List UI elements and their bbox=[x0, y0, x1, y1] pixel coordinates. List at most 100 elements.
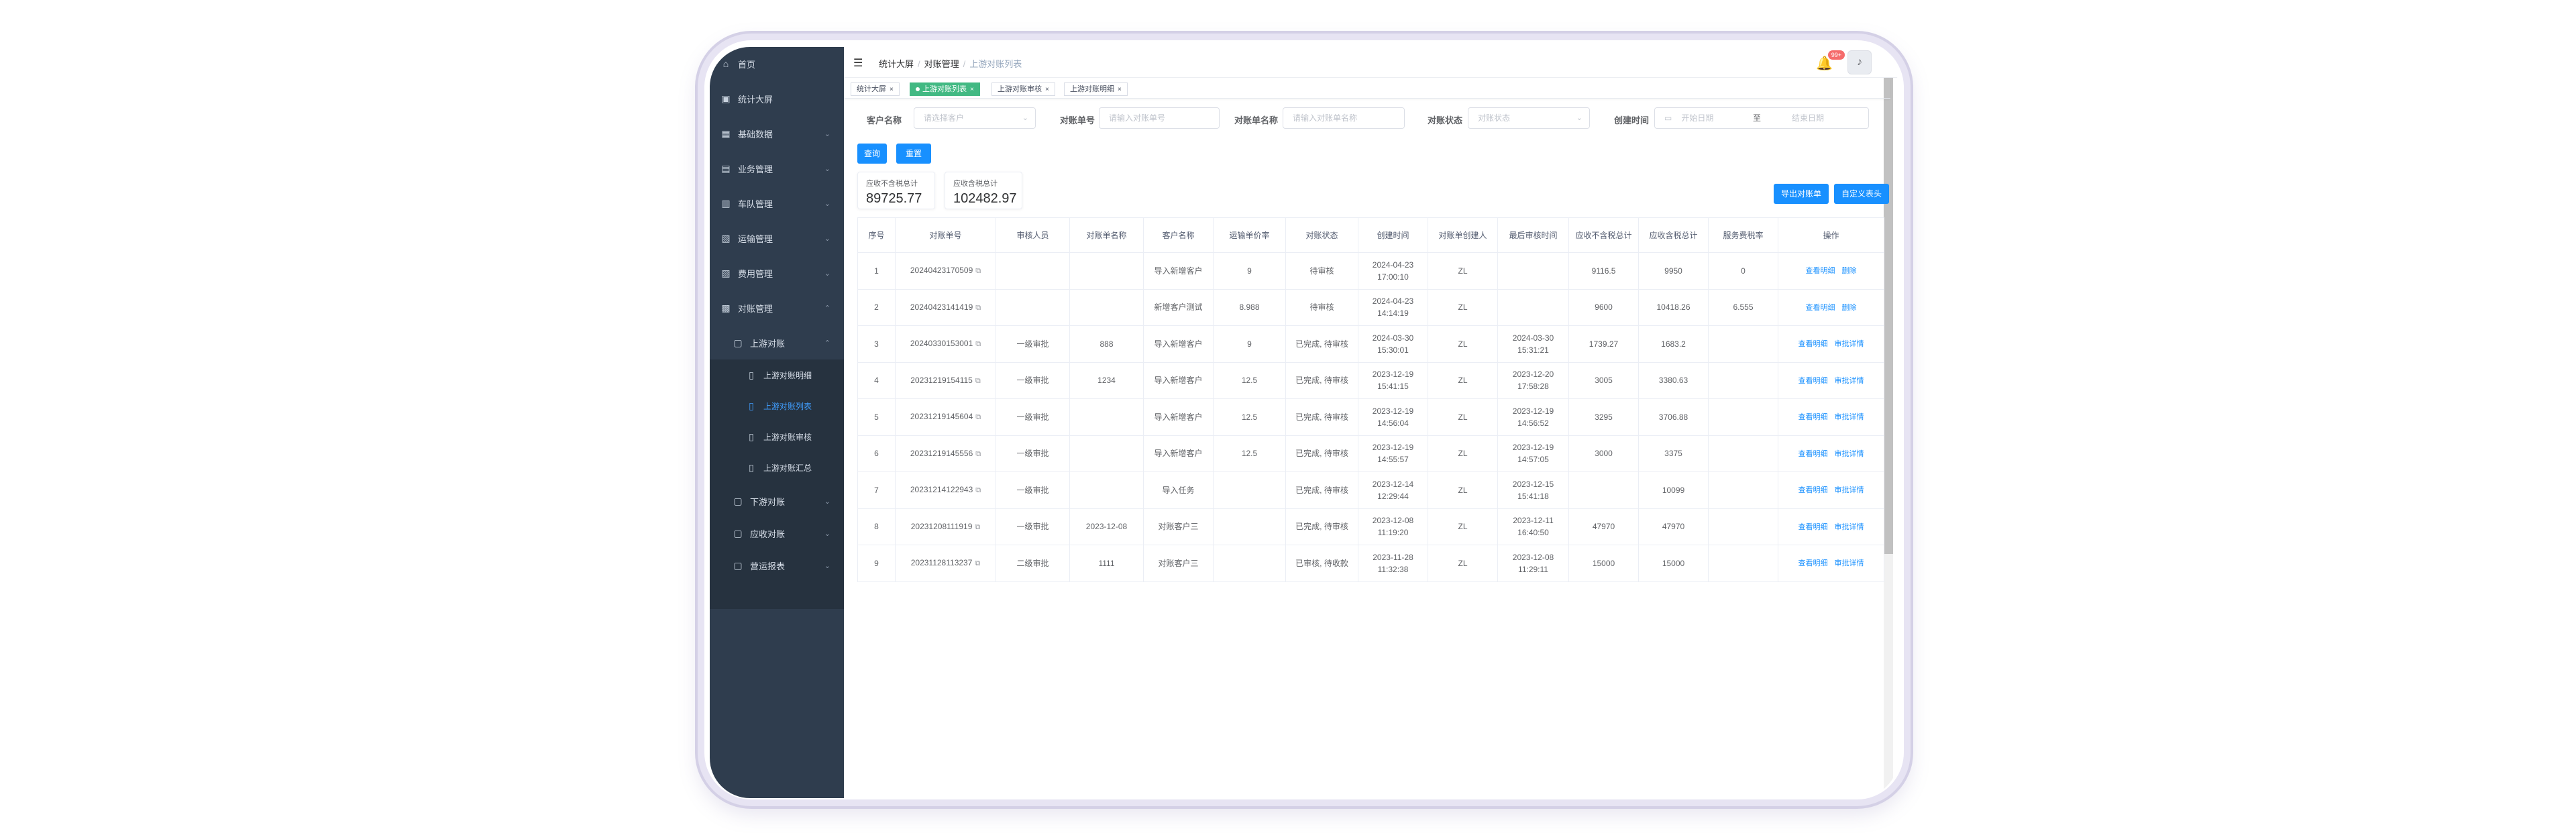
view-detail-link[interactable]: 查看明细 bbox=[1799, 450, 1828, 458]
view-detail-link[interactable]: 查看明细 bbox=[1799, 486, 1828, 494]
copy-icon[interactable]: ⧉ bbox=[975, 267, 981, 275]
table-cell-actions: 查看明细 审批详情 bbox=[1778, 545, 1884, 582]
custom-header-button[interactable]: 自定义表头 bbox=[1834, 184, 1889, 204]
tag-label: 上游对账明细 bbox=[1070, 85, 1114, 93]
sidebar-item-upstream-list[interactable]: ▯ 上游对账列表 bbox=[710, 390, 844, 421]
table-header-row: 序号 对账单号 审核人员 对账单名称 客户名称 运输单价率 对账状态 创建时间 对账单创建人 最后… bbox=[857, 217, 1884, 253]
copy-icon[interactable]: ⧉ bbox=[975, 486, 981, 494]
copy-icon[interactable]: ⧉ bbox=[975, 377, 981, 385]
start-date-placeholder[interactable]: 开始日期 bbox=[1681, 113, 1713, 123]
copy-icon[interactable]: ⧉ bbox=[975, 559, 980, 567]
sidebar-item-home[interactable]: ⌂ 首页 bbox=[710, 47, 844, 80]
view-detail-link[interactable]: 查看明细 bbox=[1806, 267, 1835, 275]
file-icon: ▯ bbox=[749, 400, 754, 411]
tag-upstream-detail[interactable]: 上游对账明细 × bbox=[1064, 82, 1128, 96]
status-select[interactable]: 对账状态 ⌄ bbox=[1468, 107, 1590, 129]
view-detail-link[interactable]: 查看明细 bbox=[1799, 377, 1828, 385]
table-cell: 20231219145604 ⧉ bbox=[895, 398, 996, 436]
delete-link[interactable]: 删除 bbox=[1842, 267, 1857, 275]
view-detail-link[interactable]: 查看明细 bbox=[1799, 559, 1828, 567]
table-cell: 待审核 bbox=[1285, 252, 1358, 290]
close-icon[interactable]: × bbox=[970, 86, 974, 93]
approval-detail-link[interactable]: 审批详情 bbox=[1835, 413, 1864, 421]
table-cell-actions: 查看明细 审批详情 bbox=[1778, 325, 1884, 363]
chevron-down-icon: ⌄ bbox=[824, 164, 830, 173]
approval-detail-link[interactable]: 审批详情 bbox=[1835, 523, 1864, 531]
sidebar-item-fees[interactable]: ▨ 费用管理 ⌄ bbox=[710, 256, 844, 290]
query-button[interactable]: 查询 bbox=[857, 144, 887, 164]
table-row: 6 20231219145556 ⧉ 一级审批 导入新增客户 12.5 已完成, 待审核 20… bbox=[857, 435, 1884, 472]
stat-title: 应收含税总计 bbox=[953, 180, 998, 188]
approval-detail-link[interactable]: 审批详情 bbox=[1835, 340, 1864, 348]
copy-icon[interactable]: ⧉ bbox=[975, 450, 981, 458]
table-cell: 12.5 bbox=[1213, 435, 1286, 472]
approval-detail-link[interactable]: 审批详情 bbox=[1835, 450, 1864, 458]
document-search-icon: ▢ bbox=[733, 527, 743, 539]
table-cell: 6 bbox=[857, 435, 896, 472]
table-cell: ZL bbox=[1428, 252, 1498, 290]
table-cell: 2023-11-28 11:32:38 bbox=[1358, 545, 1428, 582]
table-row: 3 20240330153001 ⧉ 一级审批 888 导入新增客户 9 已完成, 待审核 20… bbox=[857, 325, 1884, 363]
table-cell: 3380.63 bbox=[1638, 362, 1709, 399]
report-icon: ▢ bbox=[733, 559, 743, 571]
copy-icon[interactable]: ⧉ bbox=[975, 523, 980, 531]
breadcrumb-item[interactable]: 对账管理 bbox=[924, 59, 959, 69]
copy-icon[interactable]: ⧉ bbox=[975, 304, 981, 312]
copy-icon[interactable]: ⧉ bbox=[975, 413, 981, 421]
view-detail-link[interactable]: 查看明细 bbox=[1806, 304, 1835, 312]
bill-no-input[interactable]: 请输入对账单号 bbox=[1099, 107, 1220, 129]
approval-detail-link[interactable]: 审批详情 bbox=[1835, 377, 1864, 385]
sidebar-item-upstream-detail[interactable]: ▯ 上游对账明细 bbox=[710, 359, 844, 390]
sidebar-item-basic-data[interactable]: ▦ 基础数据 ⌄ bbox=[710, 117, 844, 150]
sidebar-item-downstream[interactable]: ▢ 下游对账 ⌄ bbox=[710, 484, 844, 518]
avatar[interactable]: ♪ bbox=[1847, 50, 1872, 74]
view-detail-link[interactable]: 查看明细 bbox=[1799, 413, 1828, 421]
close-icon[interactable]: × bbox=[1118, 86, 1122, 93]
sidebar-item-dashboard[interactable]: ▣ 统计大屏 bbox=[710, 82, 844, 115]
sidebar-item-upstream-audit[interactable]: ▯ 上游对账审核 bbox=[710, 421, 844, 452]
copy-icon[interactable]: ⧉ bbox=[975, 340, 981, 348]
export-button[interactable]: 导出对账单 bbox=[1774, 184, 1829, 204]
table-cell: 已完成, 待审核 bbox=[1285, 508, 1358, 545]
close-icon[interactable]: × bbox=[890, 86, 894, 93]
sidebar-item-upstream[interactable]: ▢ 上游对账 ⌃ bbox=[710, 326, 844, 359]
end-date-placeholder[interactable]: 结束日期 bbox=[1792, 108, 1824, 128]
tag-upstream-audit[interactable]: 上游对账审核 × bbox=[991, 82, 1055, 96]
cell-text: 对账客户三 bbox=[1158, 522, 1199, 532]
table-cell: 已完成, 待审核 bbox=[1285, 471, 1358, 509]
table-cell: ZL bbox=[1428, 471, 1498, 509]
tag-dashboard[interactable]: 统计大屏 × bbox=[851, 82, 900, 96]
close-icon[interactable]: × bbox=[1045, 86, 1049, 93]
table-cell: 一级审批 bbox=[996, 471, 1070, 509]
sidebar-item-business[interactable]: ▤ 业务管理 ⌄ bbox=[710, 152, 844, 185]
date-separator: 至 bbox=[1753, 113, 1762, 123]
delete-link[interactable]: 删除 bbox=[1842, 304, 1857, 312]
table-cell: 20240423170509 ⧉ bbox=[895, 252, 996, 290]
cell-text: 1 bbox=[874, 266, 879, 276]
sidebar-item-reconcile[interactable]: ▩ 对账管理 ⌃ bbox=[710, 291, 844, 325]
table-cell: 对账客户三 bbox=[1143, 545, 1214, 582]
view-detail-link[interactable]: 查看明细 bbox=[1799, 523, 1828, 531]
tag-upstream-list[interactable]: 上游对账列表 × bbox=[910, 82, 980, 96]
sidebar-item-receivable[interactable]: ▢ 应收对账 ⌄ bbox=[710, 516, 844, 550]
cell-text: 2023-12-20 17:58:28 bbox=[1512, 370, 1554, 392]
sidebar-item-reports[interactable]: ▢ 营运报表 ⌄ bbox=[710, 549, 844, 582]
approval-detail-link[interactable]: 审批详情 bbox=[1835, 559, 1864, 567]
approval-detail-link[interactable]: 审批详情 bbox=[1835, 486, 1864, 494]
reset-button[interactable]: 重置 bbox=[896, 144, 931, 164]
sidebar-item-transport[interactable]: ▧ 运输管理 ⌄ bbox=[710, 221, 844, 255]
sidebar-item-fleet[interactable]: ▥ 车队管理 ⌄ bbox=[710, 186, 844, 220]
table-cell bbox=[1069, 435, 1144, 472]
breadcrumb-item[interactable]: 统计大屏 bbox=[879, 59, 914, 69]
date-range-picker[interactable]: ▭ 开始日期 至 结束日期 bbox=[1654, 107, 1869, 129]
table-row: 1 20240423170509 ⧉ 导入新增客户 9 待审核 2024-04-23 17:… bbox=[857, 252, 1884, 290]
hamburger-icon[interactable]: ☰ bbox=[853, 56, 863, 70]
customer-select[interactable]: 请选择客户 ⌄ bbox=[914, 107, 1036, 129]
cell-text: 9 bbox=[874, 558, 879, 568]
cell-text: 2023-12-08 bbox=[1085, 522, 1128, 532]
scrollbar-thumb[interactable] bbox=[1884, 78, 1893, 554]
cell-text: 2023-12-08 11:29:11 bbox=[1512, 552, 1554, 574]
bill-name-input[interactable]: 请输入对账单名称 bbox=[1283, 107, 1405, 129]
sidebar-item-upstream-summary[interactable]: ▯ 上游对账汇总 bbox=[710, 452, 844, 483]
view-detail-link[interactable]: 查看明细 bbox=[1799, 340, 1828, 348]
